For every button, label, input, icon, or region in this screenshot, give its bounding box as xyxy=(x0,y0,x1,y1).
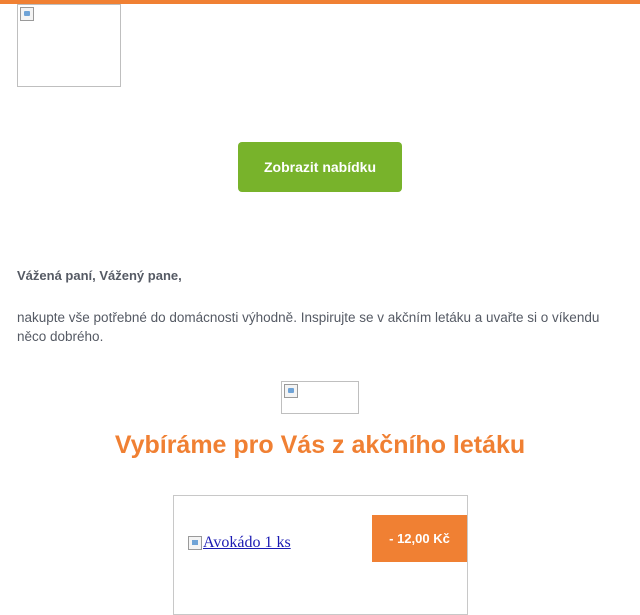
show-offer-button[interactable]: Zobrazit nabídku xyxy=(238,142,402,192)
broken-image-icon xyxy=(20,7,34,21)
product-name: Avokádo 1 ks xyxy=(203,534,291,551)
section-heading: Vybíráme pro Vás z akčního letáku xyxy=(114,431,526,459)
broken-image-icon xyxy=(284,384,298,398)
greeting-text: Vážená paní, Vážený pane, xyxy=(17,268,182,283)
flyer-image[interactable] xyxy=(281,381,359,414)
product-link[interactable]: Avokádo 1 ks xyxy=(188,534,291,552)
product-card[interactable]: Avokádo 1 ks - 12,00 Kč xyxy=(173,495,468,615)
price-discount-badge: - 12,00 Kč xyxy=(372,515,467,562)
intro-text: nakupte vše potřebné do domácnosti výhod… xyxy=(17,310,600,344)
broken-image-icon xyxy=(188,536,202,550)
logo-image[interactable] xyxy=(17,4,121,87)
